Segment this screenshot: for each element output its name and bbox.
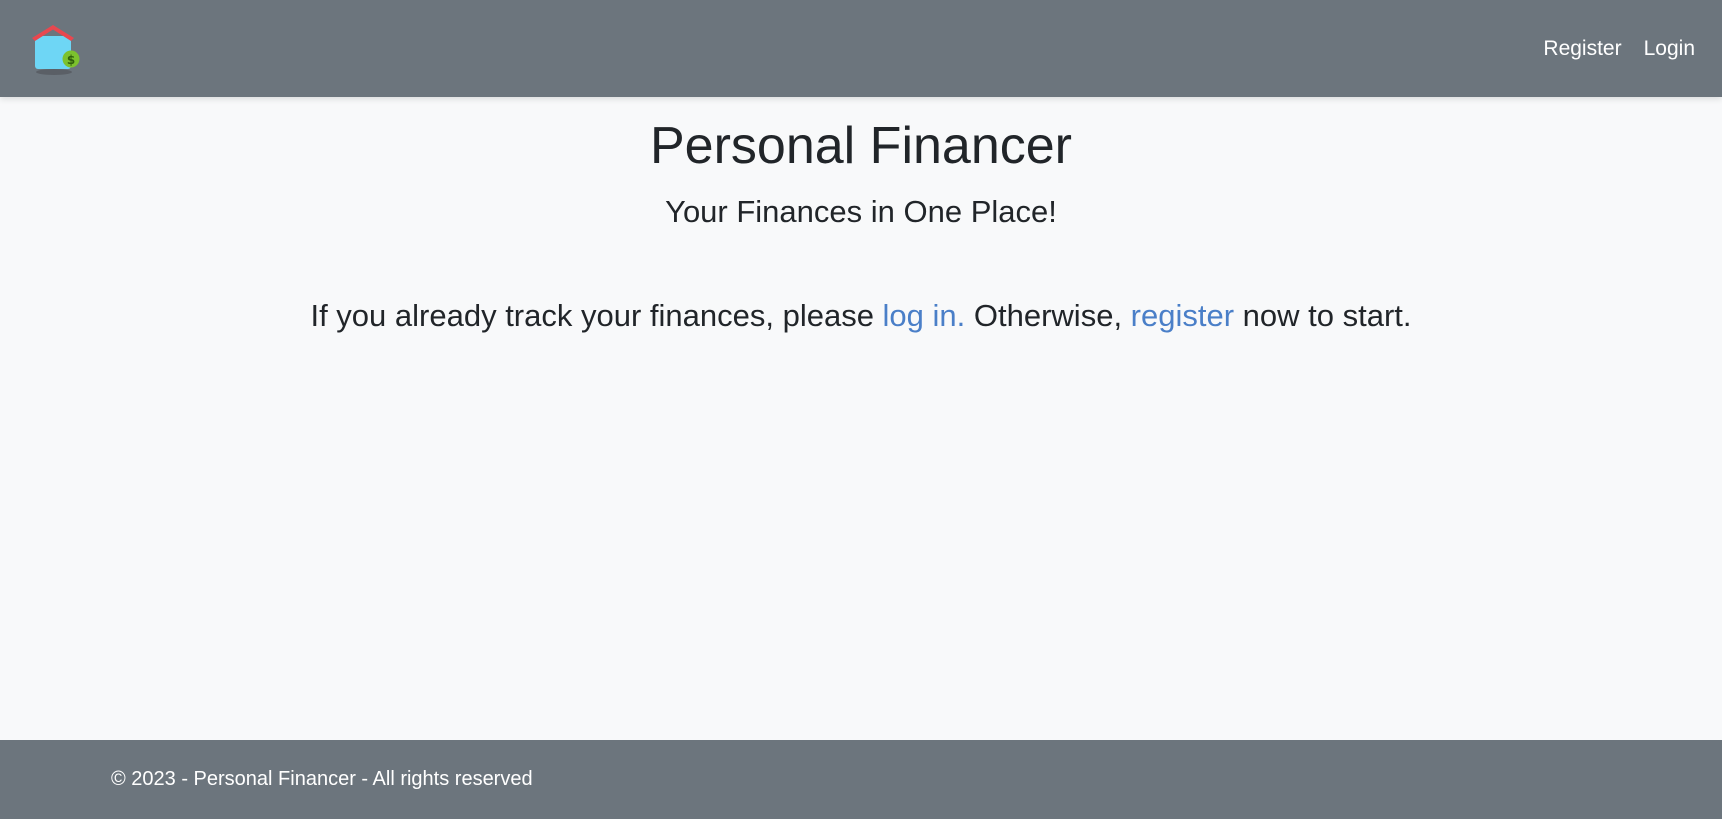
nav-links: Register Login — [1543, 0, 1695, 97]
intro-middle: Otherwise, — [965, 298, 1131, 333]
house-with-dollar-icon: $ — [32, 25, 80, 75]
intro-suffix: now to start. — [1234, 298, 1412, 333]
page-tagline: Your Finances in One Place! — [665, 194, 1057, 229]
intro-paragraph: If you already track your finances, plea… — [0, 296, 1722, 336]
page-footer: © 2023 - Personal Financer - All rights … — [0, 740, 1722, 819]
svg-text:$: $ — [67, 53, 75, 67]
nav-login-link[interactable]: Login — [1644, 37, 1695, 61]
main-content: Personal Financer Your Finances in One P… — [0, 97, 1722, 740]
intro-prefix: If you already track your finances, plea… — [310, 298, 883, 333]
brand-logo-link[interactable]: $ — [30, 22, 84, 78]
footer-copyright: © 2023 - Personal Financer - All rights … — [111, 768, 533, 790]
top-navbar: $ Register Login — [0, 0, 1722, 97]
page-title: Personal Financer — [650, 117, 1072, 175]
login-inline-link[interactable]: log in. — [883, 298, 966, 333]
register-inline-link[interactable]: register — [1131, 298, 1234, 333]
nav-register-link[interactable]: Register — [1543, 37, 1621, 61]
